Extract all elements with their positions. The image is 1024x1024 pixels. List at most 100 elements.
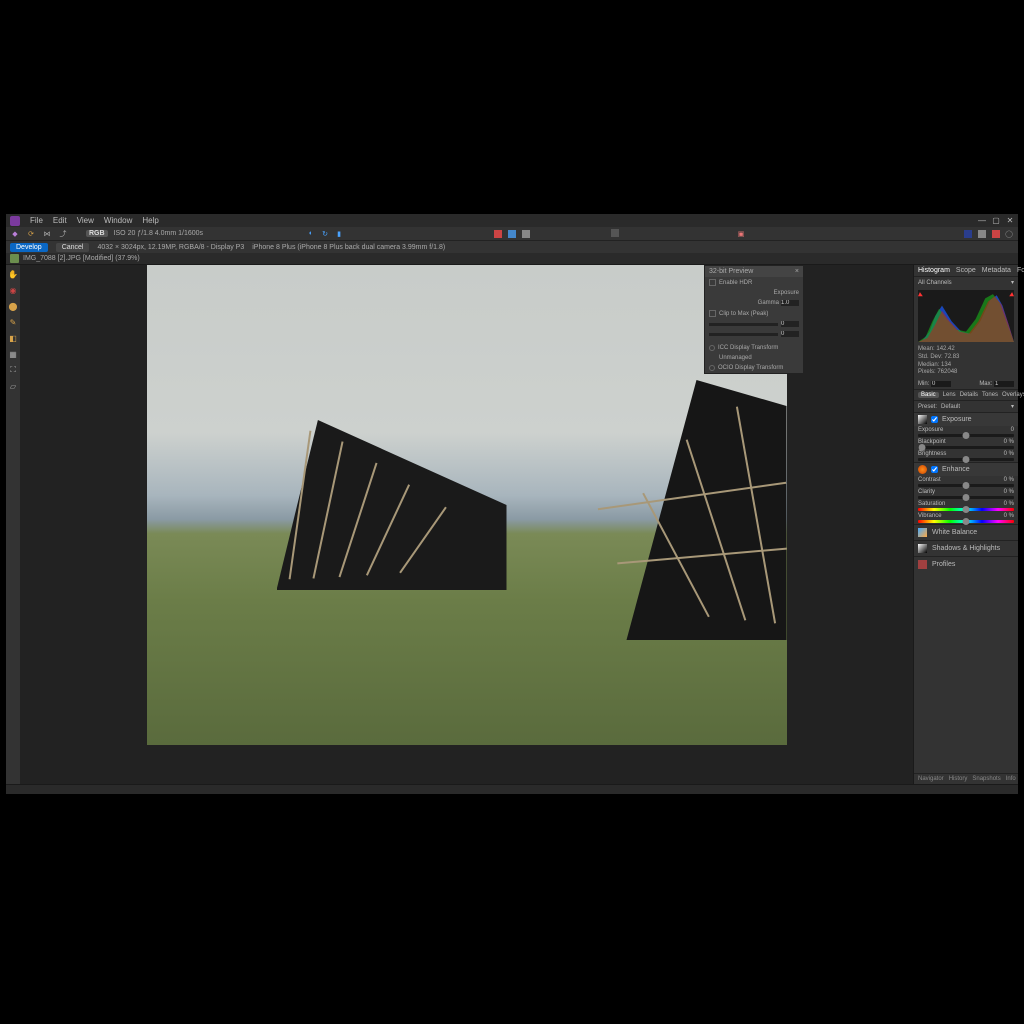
minimize-button[interactable]: —	[978, 216, 986, 225]
menu-window[interactable]: Window	[104, 216, 132, 225]
split-view-icon[interactable]	[494, 230, 502, 238]
tab-history[interactable]: History	[949, 776, 968, 782]
ocio-label: OCIO Display Transform	[718, 365, 783, 371]
app-icon[interactable]	[10, 216, 20, 226]
ocio-radio[interactable]	[709, 365, 715, 371]
display-value-a[interactable]	[781, 321, 799, 327]
before-after-icon[interactable]	[611, 229, 619, 237]
maximize-button[interactable]: ▢	[992, 216, 1000, 225]
overlay-gradient-tool-icon[interactable]: ▦	[8, 349, 18, 359]
vibrance-slider[interactable]: Vibrance0 %	[914, 512, 1018, 524]
flip-mode-icon[interactable]: ▮	[334, 229, 344, 239]
view-tool-icon[interactable]: ✋	[8, 269, 18, 279]
wb-tool-icon[interactable]: ▱	[8, 381, 18, 391]
gamma-label: Gamma	[758, 300, 779, 306]
preset-value[interactable]: Default	[941, 404, 960, 410]
brightness-slider[interactable]: Brightness0 %	[914, 450, 1018, 462]
shadows-highlights-section[interactable]: Shadows & Highlights	[914, 540, 1018, 556]
panel-close-icon[interactable]: ×	[795, 268, 799, 275]
clip-label: Clip to Max (Peak)	[719, 311, 768, 317]
blemish-tool-icon[interactable]: ⬤	[8, 301, 18, 311]
tab-navigator[interactable]: Navigator	[918, 776, 944, 782]
min-input[interactable]	[931, 381, 951, 387]
display-value-b[interactable]	[781, 331, 799, 337]
contrast-slider[interactable]: Contrast0 %	[914, 476, 1018, 488]
icc-radio[interactable]	[709, 345, 715, 351]
tab-snapshots[interactable]: Snapshots	[972, 776, 1000, 782]
swatch-a-icon[interactable]	[964, 230, 972, 238]
histogram[interactable]	[918, 290, 1014, 342]
develop-button[interactable]: Develop	[10, 243, 48, 252]
blackpoint-slider[interactable]: Blackpoint0 %	[914, 438, 1018, 450]
swatch-b-icon[interactable]	[978, 230, 986, 238]
menu-edit[interactable]: Edit	[53, 216, 67, 225]
subtab-tones[interactable]: Tones	[982, 392, 998, 398]
exposure-section-header[interactable]: Exposure	[914, 412, 1018, 426]
share-icon[interactable]: ⤴	[58, 229, 68, 239]
develop-subtabs: Basic Lens Details Tones Overlays	[914, 389, 1018, 401]
app-window: File Edit View Window Help — ▢ ✕ ◆ ⟳ ⋈ ⤴…	[6, 214, 1018, 794]
single-view-icon[interactable]	[522, 230, 530, 238]
exposure-label: Exposure	[774, 290, 799, 296]
window-controls: — ▢ ✕	[978, 216, 1014, 225]
photo-preview	[147, 265, 787, 745]
tab-metadata[interactable]: Metadata	[982, 267, 1011, 274]
exposure-slider[interactable]: Exposure0	[914, 426, 1018, 438]
tab-histogram[interactable]: Histogram	[918, 267, 950, 274]
preset-label: Preset:	[918, 404, 937, 410]
canvas[interactable]: 32-bit Preview × Enable HDR Exposure Gam…	[20, 265, 913, 784]
camera-info: iPhone 8 Plus (iPhone 8 Plus back dual c…	[252, 244, 445, 251]
overlay-paint-tool-icon[interactable]: ✎	[8, 317, 18, 327]
tab-focus[interactable]: Focus	[1017, 267, 1024, 274]
gamma-input[interactable]	[781, 300, 799, 306]
tool-column: ✋ ◉ ⬤ ✎ ◧ ▦ ⛶ ▱	[6, 265, 20, 784]
enhance-enable-checkbox[interactable]	[931, 466, 938, 473]
channels-dropdown-icon[interactable]: ▾	[1011, 279, 1014, 286]
exposure-enable-checkbox[interactable]	[931, 416, 938, 423]
mirror-view-icon[interactable]	[508, 230, 516, 238]
close-button[interactable]: ✕	[1006, 216, 1014, 225]
rotate-mode-icon[interactable]: ↻	[320, 229, 330, 239]
display-slider-a[interactable]	[709, 323, 778, 326]
subtab-basic[interactable]: Basic	[918, 392, 939, 398]
tab-scope[interactable]: Scope	[956, 267, 976, 274]
account-icon[interactable]: ◯	[1004, 229, 1014, 239]
subtab-lens[interactable]: Lens	[943, 392, 956, 398]
menubar: File Edit View Window Help — ▢ ✕	[6, 214, 1018, 227]
white-balance-section[interactable]: White Balance	[914, 524, 1018, 540]
channels-label: All Channels	[918, 280, 952, 286]
subtab-details[interactable]: Details	[960, 392, 978, 398]
display-slider-b[interactable]	[709, 333, 778, 336]
menu-help[interactable]: Help	[142, 216, 158, 225]
redeye-tool-icon[interactable]: ◉	[8, 285, 18, 295]
enable-hdr-checkbox[interactable]	[709, 279, 716, 286]
icc-label: ICC Display Transform	[718, 345, 778, 351]
preset-dropdown-icon[interactable]: ▾	[1011, 403, 1014, 410]
profiles-section-icon	[918, 560, 927, 569]
document-tabbar: IMG_7088 [2].JPG [Modified] (37.9%)	[6, 253, 1018, 265]
menu-view[interactable]: View	[77, 216, 94, 225]
crop-tool-icon[interactable]: ⛶	[8, 365, 18, 375]
tab-info[interactable]: Info	[1006, 776, 1016, 782]
subtab-overlays[interactable]: Overlays	[1002, 392, 1024, 398]
enhance-section-header[interactable]: Enhance	[914, 462, 1018, 476]
swatch-c-icon[interactable]	[992, 230, 1000, 238]
clip-warn-icon[interactable]: ▣	[736, 229, 746, 239]
cancel-button[interactable]: Cancel	[56, 243, 90, 252]
document-tab[interactable]: IMG_7088 [2].JPG [Modified] (37.9%)	[23, 255, 140, 262]
profiles-section[interactable]: Profiles	[914, 556, 1018, 572]
sync-icon[interactable]: ⟳	[26, 229, 36, 239]
context-bar: Develop Cancel 4032 × 3024px, 12.19MP, R…	[6, 240, 1018, 253]
saturation-slider[interactable]: Saturation0 %	[914, 500, 1018, 512]
toolbar: ◆ ⟳ ⋈ ⤴ RGB ISO 20 ƒ/1.8 4.0mm 1/1600s ◐…	[6, 227, 1018, 240]
menu-file[interactable]: File	[30, 216, 43, 225]
32bit-preview-panel[interactable]: 32-bit Preview × Enable HDR Exposure Gam…	[704, 265, 804, 374]
persona-photo-icon[interactable]: ◆	[10, 229, 20, 239]
max-input[interactable]	[994, 381, 1014, 387]
mirror-icon[interactable]: ⋈	[42, 229, 52, 239]
crop-mode-icon[interactable]: ◐	[306, 229, 316, 239]
exposure-section-icon	[918, 415, 927, 424]
clarity-slider[interactable]: Clarity0 %	[914, 488, 1018, 500]
clip-checkbox[interactable]	[709, 310, 716, 317]
overlay-erase-tool-icon[interactable]: ◧	[8, 333, 18, 343]
